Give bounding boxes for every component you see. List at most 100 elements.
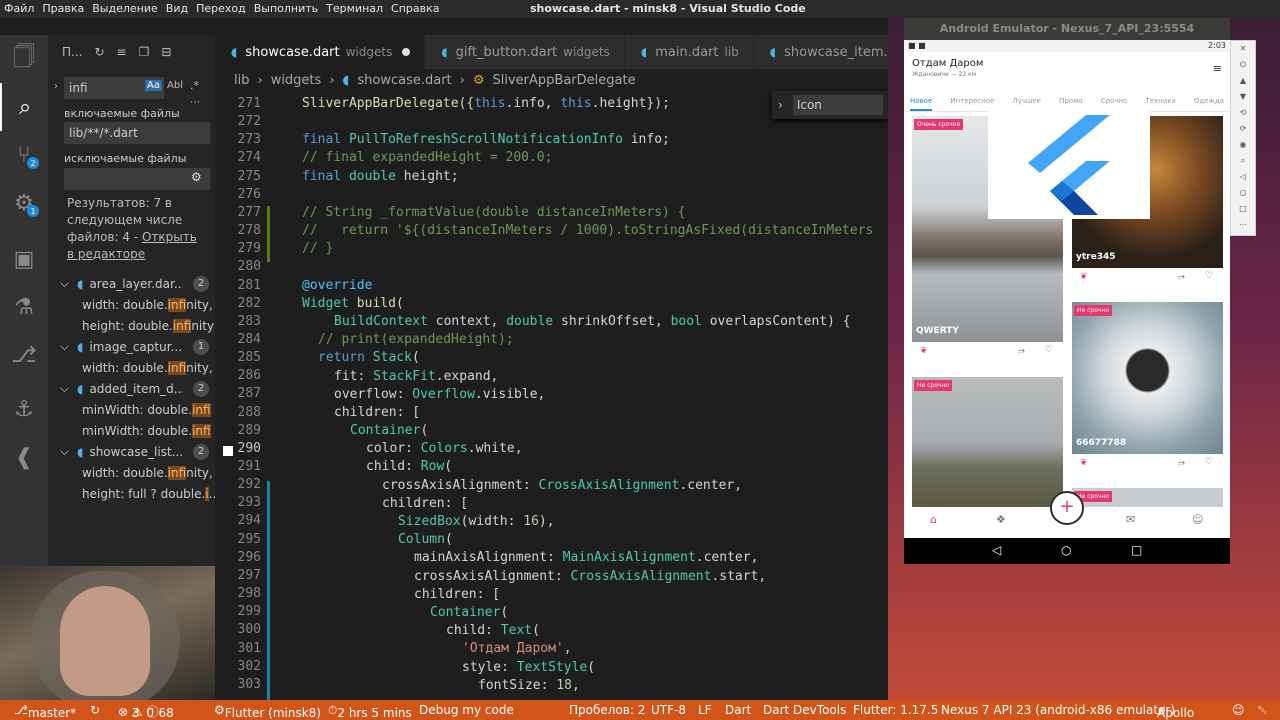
share-icon[interactable]: ⭌ <box>1178 272 1185 282</box>
gift-icon[interactable]: ❦ <box>920 346 928 356</box>
menu-view[interactable]: Вид <box>166 2 188 15</box>
back-icon[interactable]: ◁ <box>992 543 1001 557</box>
match-case-toggle[interactable]: Aa <box>145 80 162 91</box>
menu-go[interactable]: Переход <box>196 2 246 15</box>
eol[interactable]: LF <box>698 703 712 717</box>
result-match[interactable]: minWidth: double. infi <box>48 420 215 441</box>
add-item-button[interactable]: + <box>1050 491 1084 525</box>
tab-tech[interactable]: Техника <box>1145 90 1175 111</box>
result-file[interactable]: ⌵ ◖ area_layer.dar... 2 <box>48 273 215 294</box>
gift-icon[interactable]: ❦ <box>1080 458 1088 468</box>
tab-urgent[interactable]: Срочно <box>1101 90 1128 111</box>
result-match[interactable]: width: double. infi nity, <box>48 357 215 378</box>
showcase-card[interactable]: Не срочно <box>912 377 1063 507</box>
unsaved-dot-icon[interactable] <box>402 48 411 56</box>
new-search-editor-icon[interactable]: ❐ <box>139 45 150 59</box>
showcase-card[interactable]: Не срочно 66677788 ❦ ⭌ ♡ <box>1072 302 1223 482</box>
home-circle-icon[interactable]: ○ <box>1061 543 1071 557</box>
power-icon[interactable]: ⏻ <box>1231 57 1255 73</box>
encoding[interactable]: UTF-8 <box>651 703 686 717</box>
menu-run[interactable]: Выполнить <box>254 2 318 15</box>
language-mode[interactable]: Dart <box>725 703 751 717</box>
result-file[interactable]: ⌵ ◖ showcase_list.... 2 <box>48 441 215 462</box>
time-tracker[interactable]: ⏱ 2 hrs 5 mins <box>328 703 412 720</box>
result-match[interactable]: width: double. infi nity, <box>48 294 215 315</box>
catalog-icon[interactable]: ❖ <box>996 513 1006 526</box>
tab-interesting[interactable]: Интересное <box>950 90 994 111</box>
breakpoint-marker[interactable] <box>223 446 233 456</box>
share-icon[interactable]: ⭌ <box>1018 346 1025 356</box>
menu-help[interactable]: Справка <box>391 2 439 15</box>
close-icon[interactable]: ✕ <box>1231 41 1255 57</box>
breadcrumb-symbol[interactable]: SliverAppBarDelegate <box>493 73 636 88</box>
share-icon[interactable]: ⭌ <box>1178 458 1185 468</box>
device-selector[interactable]: Nexus 7 API 23 (android-x86 emulator) <box>941 703 1175 717</box>
volume-up-icon[interactable]: ▲ <box>1231 73 1255 89</box>
menu-terminal[interactable]: Терминал <box>326 2 383 15</box>
sync-icon[interactable]: ↻ <box>90 703 100 717</box>
menu-edit[interactable]: Правка <box>42 2 84 15</box>
tab-gift-button[interactable]: ◖ gift_button.dart widgets <box>425 35 625 69</box>
explorer-icon[interactable]: 🗍 <box>0 35 48 83</box>
flutter-target[interactable]: ⚙ Flutter (minsk8) <box>214 703 321 720</box>
search-icon[interactable]: ⌕ <box>0 83 48 131</box>
profile-icon[interactable]: ☺ <box>1192 513 1203 526</box>
debug-mode[interactable]: Debug my code <box>419 703 514 717</box>
home-icon[interactable]: ⌂ <box>930 513 937 526</box>
include-input[interactable]: lib/**/*.dart <box>64 122 210 144</box>
result-file[interactable]: ⌵ ◖ added_item_d... 2 <box>48 378 215 399</box>
gift-icon[interactable]: ❦ <box>1080 272 1088 282</box>
result-match[interactable]: width: double. infi nity, <box>48 462 215 483</box>
tab-main[interactable]: ◖ main.dart lib <box>624 35 754 69</box>
flutter-icon[interactable]: ❰ <box>0 433 48 481</box>
indentation[interactable]: Пробелов: 2 <box>569 703 645 717</box>
feedback-icon[interactable]: ☺ <box>1232 703 1245 717</box>
toggle-replace-icon[interactable]: › <box>778 98 783 112</box>
more-icon[interactable]: ⋯ <box>1231 217 1255 233</box>
zoom-icon[interactable]: ⌕ <box>1231 153 1255 169</box>
tab-best[interactable]: Лучшее <box>1012 90 1041 111</box>
collapse-all-icon[interactable]: ⊟ <box>161 45 171 59</box>
camera-icon[interactable]: ◉ <box>1231 137 1255 153</box>
app-location[interactable]: Ждановичи — 22 км <box>912 71 976 78</box>
debug-icon[interactable]: ⚙ 1 <box>0 179 48 227</box>
breadcrumb-widgets[interactable]: widgets <box>271 73 322 88</box>
source-control-icon[interactable]: ⑂ 2 <box>0 131 48 179</box>
chevron-right-icon[interactable]: › <box>54 81 58 92</box>
docker-icon[interactable]: ⚓ <box>0 385 48 433</box>
more-options-icon[interactable]: ⋯ <box>190 97 200 108</box>
clear-results-icon[interactable]: ≡ <box>117 45 127 59</box>
heart-icon[interactable]: ♡ <box>1205 271 1213 281</box>
testing-icon[interactable]: ⚗ <box>0 283 48 331</box>
showcase-card[interactable]: Не срочно <box>1072 488 1223 508</box>
back-icon[interactable]: ◁ <box>1231 169 1255 185</box>
heart-icon[interactable]: ♡ <box>1205 457 1213 467</box>
heart-icon[interactable]: ♡ <box>1045 345 1053 355</box>
recents-icon[interactable]: □ <box>1231 201 1255 217</box>
chat-icon[interactable]: ✉ <box>1126 513 1135 526</box>
notifications-icon[interactable]: ␇ <box>1258 703 1268 718</box>
find-input[interactable]: Icon <box>792 95 883 115</box>
home-circle-icon[interactable]: ○ <box>1231 185 1255 201</box>
menu-file[interactable]: Файл <box>4 2 34 15</box>
rotate-right-icon[interactable]: ⟳ <box>1231 121 1255 137</box>
code-editor[interactable]: 271 272 273 274 275 276 277 278 279 280 281 282 283 2… <box>215 94 888 700</box>
exclude-input[interactable] <box>64 168 210 190</box>
tab-promo[interactable]: Промо <box>1059 90 1083 111</box>
breadcrumb-lib[interactable]: lib <box>234 73 249 88</box>
volume-down-icon[interactable]: ▼ <box>1231 89 1255 105</box>
branch-indicator[interactable]: ⎇ master* <box>14 703 76 720</box>
filter-menu-icon[interactable]: ≡ <box>1213 62 1222 75</box>
git-graph-icon[interactable]: ⎇ <box>0 331 48 379</box>
tab-new[interactable]: Новое <box>910 90 933 111</box>
regex-toggle[interactable]: .* <box>190 79 199 92</box>
problems-indicator[interactable]: ⊗ 3 ⚠ 0 ⓘ 68 <box>118 703 174 720</box>
refresh-icon[interactable]: ↻ <box>94 45 104 59</box>
whole-word-toggle[interactable]: Abl <box>167 80 183 91</box>
result-match[interactable]: height: double.infinity, <box>48 315 215 336</box>
result-file[interactable]: ⌵ ◖ image_captur... 1 <box>48 336 215 357</box>
rotate-left-icon[interactable]: ⟲ <box>1231 105 1255 121</box>
tab-showcase[interactable]: ◖ showcase.dart widgets <box>215 35 426 69</box>
devtools[interactable]: Dart DevTools <box>763 703 846 717</box>
flutter-version[interactable]: Flutter: 1.17.5 <box>853 703 938 717</box>
